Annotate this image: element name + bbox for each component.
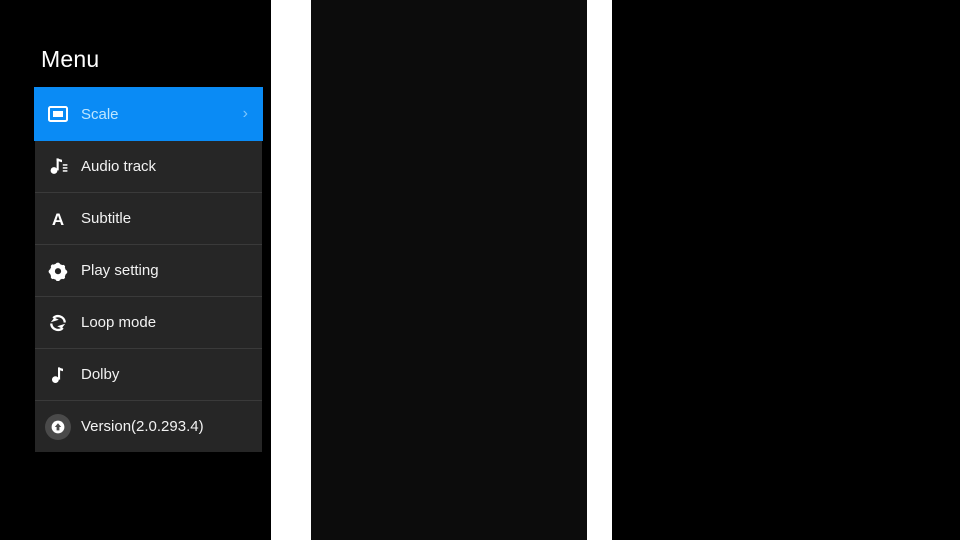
menu-item-play-setting[interactable]: Play setting [35,244,262,296]
menu-item-subtitle[interactable]: A Subtitle [35,192,262,244]
menu-item-dolby[interactable]: Dolby [35,348,262,400]
scale-icon [35,106,81,122]
menu-item-label: Audio track [81,157,157,175]
menu-panel-title: Menu [41,46,100,72]
menu-item-label: Version(2.0.293.4) [81,418,204,435]
menu-list: Scale › Audio track A Subtitle Play sett… [35,88,262,452]
update-icon [35,413,81,440]
menu-item-label: Loop mode [81,314,157,331]
picture-parameters-panel: 图像参数 本地视频 ◀ 用户模式 ▶ Brightness 50 Contras… [311,0,587,540]
gear-icon [35,261,81,281]
menu-item-scale[interactable]: Scale › [35,88,262,140]
music-note-icon [35,365,81,385]
subtitle-icon: A [35,209,81,229]
menu-item-label: Scale [81,105,119,123]
audio-track-icon [35,156,81,176]
menu-item-version[interactable]: Version(2.0.293.4) [35,400,262,452]
loop-icon [35,313,81,333]
screenshot-stage: Menu Scale › Audio track A Subtitle Play… [0,0,960,540]
menu-item-label: Subtitle [81,210,132,227]
menu-item-loop-mode[interactable]: Loop mode [35,296,262,348]
menu-item-label: Dolby [81,366,120,383]
menu-item-audio-track[interactable]: Audio track [35,140,262,192]
menu-item-label: Play setting [81,262,159,279]
menu-panel: Menu Scale › Audio track A Subtitle Play… [0,0,271,540]
play-setting-panel: Play setting 3D Setting › [612,0,960,540]
update-icon-circle [45,413,71,440]
chevron-right-icon: › [242,105,248,122]
svg-text:A: A [52,210,64,229]
